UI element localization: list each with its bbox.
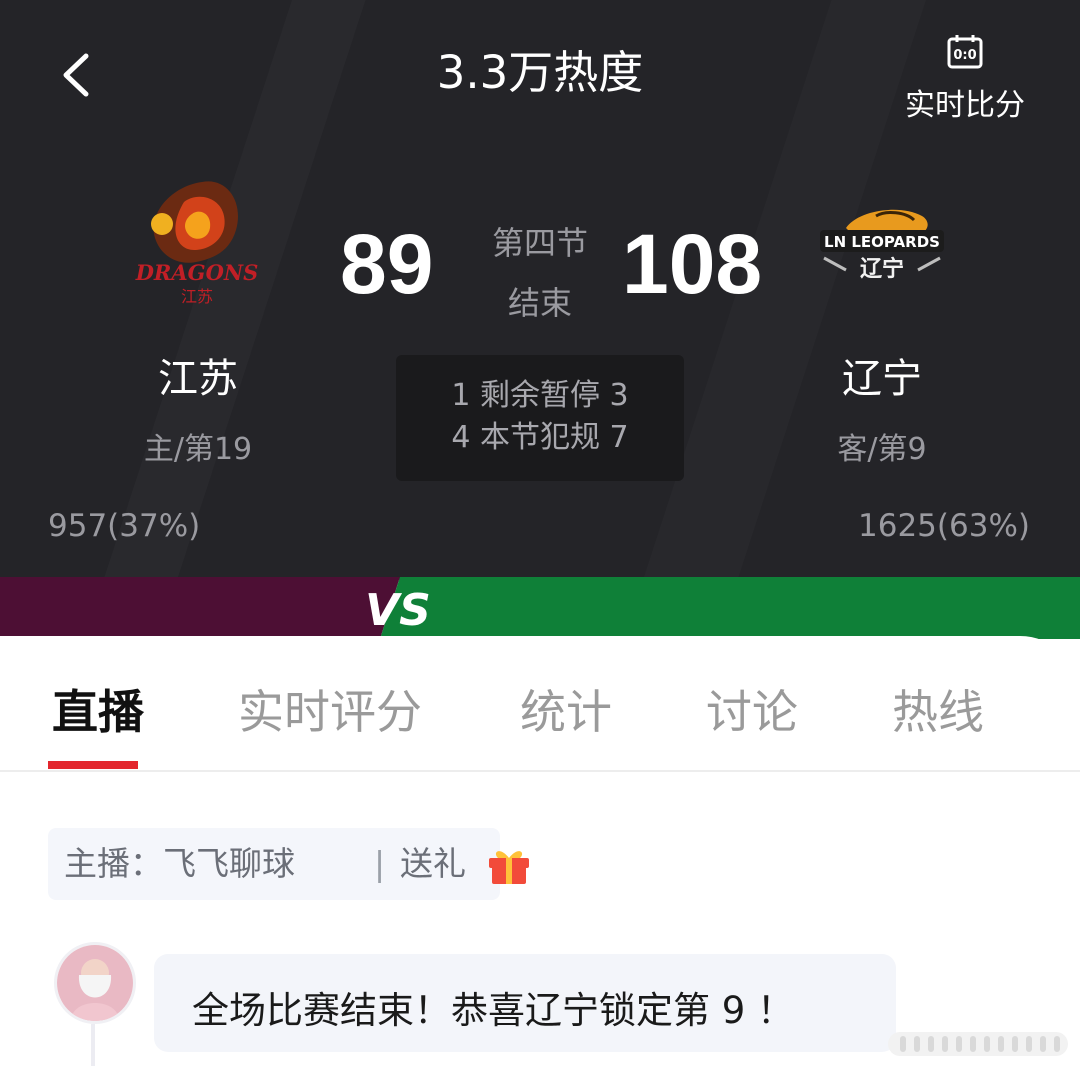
- away-support-bar: [380, 577, 1080, 639]
- away-team-logo[interactable]: LN LEOPARDS 辽宁: [816, 200, 948, 284]
- live-score-button[interactable]: 0:0 实时比分: [895, 34, 1035, 124]
- anchor-info[interactable]: 主播：飞飞聊球 | 送礼: [48, 828, 529, 900]
- game-header: 3.3万热度 0:0 实时比分 DRAGONS 江苏 江苏 主/第19 89 第…: [0, 0, 1080, 580]
- game-status: 结束: [507, 284, 572, 322]
- tab-stats[interactable]: 统计: [520, 676, 612, 742]
- avatar[interactable]: [54, 942, 136, 1024]
- tab-discussion[interactable]: 讨论: [706, 676, 798, 742]
- tab-bar: 直播 实时评分 统计 讨论 热线: [0, 636, 1080, 772]
- live-score-label: 实时比分: [905, 88, 1025, 123]
- timeouts-row: 1 剩余暂停 3: [451, 378, 629, 413]
- tab-live-ratings[interactable]: 实时评分: [238, 676, 422, 742]
- home-score: 89: [340, 217, 434, 311]
- timeouts-fouls-panel: 1 剩余暂停 3 4 本节犯规 7: [396, 355, 684, 481]
- active-tab-indicator: [48, 761, 138, 769]
- away-support-count: 1625(63%): [858, 508, 1030, 544]
- support-vs-bar[interactable]: VS: [0, 577, 1080, 639]
- timeline-line: [91, 1024, 95, 1066]
- home-team-logo[interactable]: DRAGONS 江苏: [132, 172, 262, 312]
- away-team-rank: 客/第9: [837, 432, 927, 467]
- anchor-name: 主播：飞飞聊球: [64, 844, 295, 883]
- home-support-count: 957(37%): [48, 508, 201, 544]
- scoreboard-icon: 0:0: [947, 35, 983, 69]
- tab-hotline[interactable]: 热线: [892, 676, 984, 742]
- away-logo-text: LN LEOPARDS: [824, 233, 940, 251]
- live-message: 全场比赛结束！恭喜辽宁锁定第 9 ！: [154, 954, 896, 1052]
- gift-label[interactable]: 送礼: [400, 828, 466, 900]
- home-team-name[interactable]: 江苏: [98, 346, 298, 404]
- message-text: 全场比赛结束！恭喜辽宁锁定第 9 ！: [192, 989, 795, 1032]
- away-team-name[interactable]: 辽宁: [782, 346, 982, 404]
- tab-live[interactable]: 直播: [52, 676, 144, 742]
- away-logo-subtext: 辽宁: [860, 256, 904, 282]
- period-label: 第四节: [491, 224, 588, 262]
- fouls-row: 4 本节犯规 7: [451, 420, 629, 455]
- scoreboard-icon-text: 0:0: [953, 48, 976, 63]
- home-support-bar: [0, 577, 400, 639]
- anchor-separator: |: [374, 844, 386, 883]
- vs-label: VS: [365, 585, 431, 636]
- home-team-rank: 主/第19: [143, 432, 253, 467]
- gift-icon[interactable]: [486, 844, 532, 886]
- away-score: 108: [622, 217, 763, 311]
- home-logo-text: DRAGONS: [135, 260, 259, 285]
- home-logo-subtext: 江苏: [181, 287, 213, 306]
- horizontal-scroll-indicator[interactable]: [888, 1032, 1068, 1056]
